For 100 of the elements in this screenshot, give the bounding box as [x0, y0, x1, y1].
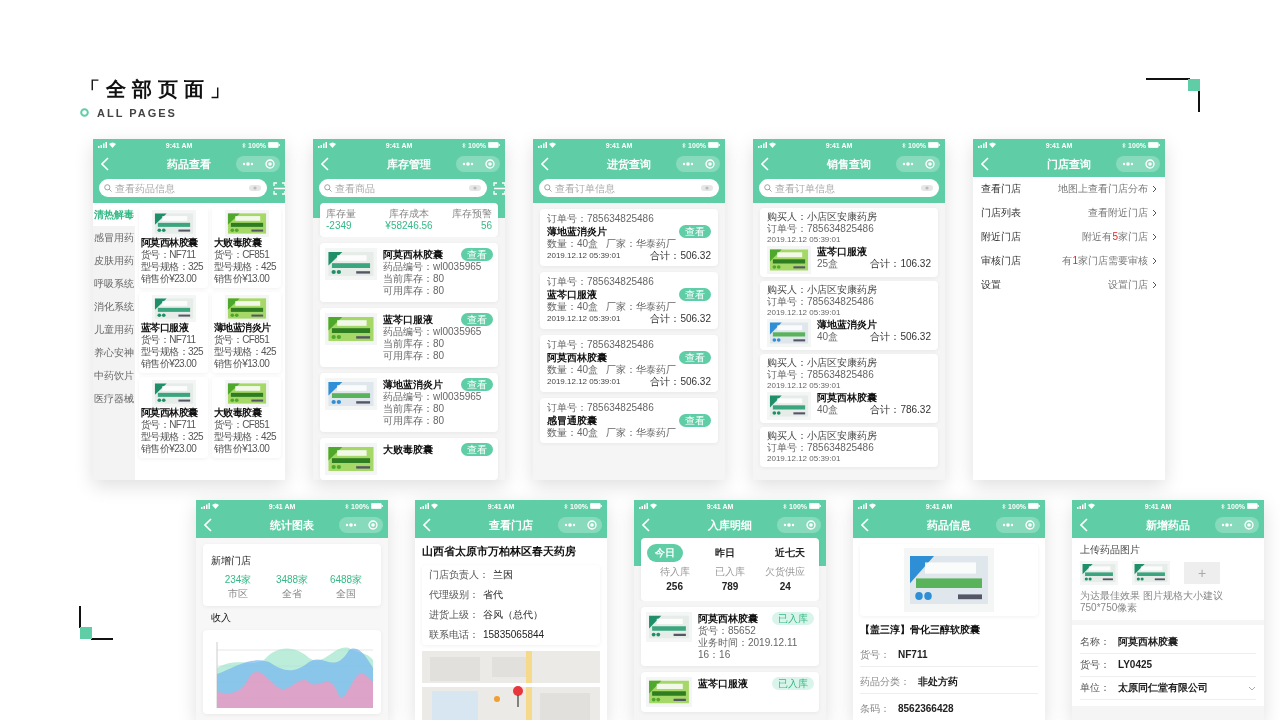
category-item[interactable]: 医疗器械: [93, 387, 135, 410]
search-field[interactable]: 查看订单信息: [539, 179, 719, 197]
date-tab[interactable]: 昨日: [707, 544, 743, 562]
order-card[interactable]: 订单号：785634825486 蓝芩口服液 查看 数量：40盒 厂家：华泰药厂 2019.12.12 05:39:01 合计：506.32: [540, 272, 718, 329]
product-card[interactable]: 蓝芩口服液 货号：NF711 型号规格：325 销售价¥23.00: [139, 292, 208, 373]
search-field[interactable]: 查看订单信息: [759, 179, 939, 197]
chevron-down-icon[interactable]: [1248, 685, 1256, 691]
category-item[interactable]: 皮肤用药: [93, 249, 135, 272]
product-name: 大败毒胶囊: [214, 237, 261, 249]
field-value: 谷风（总代）: [483, 609, 543, 621]
sale-card[interactable]: 购买人：小店区安康药房 订单号：785634825486 2019.12.12 05:39:01 薄地蓝消炎片 40盒 合计：506.32: [760, 281, 938, 350]
category-item[interactable]: 养心安神: [93, 341, 135, 364]
target-icon: [1024, 520, 1035, 530]
field-value: 阿莫西林胶囊: [1118, 636, 1179, 648]
inbound-item-card[interactable]: 蓝芩口服液 已入库: [641, 672, 819, 712]
category-item[interactable]: 感冒用药: [93, 226, 135, 249]
product-name: 蓝芩口服液: [141, 322, 188, 334]
stock-item-card[interactable]: 大败毒胶囊 查看: [320, 438, 498, 480]
bluetooth-icon: [1002, 502, 1007, 510]
page-title: 药品查看: [166, 156, 212, 172]
buyer-name: 购买人：小店区安康药房: [767, 284, 878, 296]
back-icon[interactable]: [1080, 518, 1088, 532]
available-stock: 可用库存：80: [383, 285, 446, 297]
order-number: 订单号：785634825486: [767, 296, 875, 308]
stock-item-card[interactable]: 阿莫西林胶囊 查看 药品编号：wl0035965 当前库存：80 可用库存：80: [320, 243, 498, 302]
card-title: 新增门店: [211, 555, 251, 566]
sale-card[interactable]: 购买人：小店区安康药房 订单号：785634825486 2019.12.12 05:39:01 阿莫西林胶囊 40盒 合计：786.32: [760, 354, 938, 423]
menu-capsule[interactable]: [558, 517, 602, 533]
sale-card[interactable]: 购买人：小店区安康药房 订单号：785634825486 2019.12.12 05:39:01: [760, 427, 938, 467]
stock-item-card[interactable]: 薄地蓝消炎片 查看 药品编号：wl0035965 当前库存：80 可用库存：80: [320, 373, 498, 432]
menu-capsule[interactable]: [339, 517, 383, 533]
menu-label[interactable]: 附近门店: [981, 231, 1021, 243]
back-icon[interactable]: [981, 157, 989, 171]
scan-icon[interactable]: [493, 181, 505, 195]
back-icon[interactable]: [642, 518, 650, 532]
back-icon[interactable]: [761, 157, 769, 171]
product-card[interactable]: 薄地蓝消炎片 货号：CF851 型号规格：425 销售价¥13.00: [212, 292, 281, 373]
menu-label[interactable]: 设置: [981, 279, 1001, 291]
manufacturer: 厂家：华泰药厂: [606, 238, 677, 250]
bluetooth-icon: [462, 141, 467, 149]
drug-name: 蓝芩口服液: [383, 313, 433, 326]
back-icon[interactable]: [321, 157, 329, 171]
back-icon[interactable]: [204, 518, 212, 532]
field-label: 药品分类：: [860, 676, 910, 688]
menu-label[interactable]: 审核门店: [981, 255, 1021, 267]
field-value: 省代: [483, 589, 503, 601]
buyer-name: 购买人：小店区安康药房: [767, 430, 878, 442]
product-card[interactable]: 大败毒胶囊 货号：CF851 型号规格：425 销售价¥13.00: [212, 207, 281, 288]
order-number: 订单号：785634825486: [767, 442, 875, 454]
inbound-item-card[interactable]: 阿莫西林胶囊 已入库 货号：85652 业务时间：2019.12.11 16：16: [641, 607, 819, 666]
menu-capsule[interactable]: [1116, 156, 1160, 172]
category-item[interactable]: 儿童用药: [93, 318, 135, 341]
menu-capsule[interactable]: [676, 156, 720, 172]
menu-label[interactable]: 查看门店: [981, 183, 1021, 195]
product-title: 【盖三淳】骨化三醇软胶囊: [860, 623, 981, 637]
menu-capsule[interactable]: [456, 156, 500, 172]
order-date: 2019.12.12 05:39:01: [767, 381, 842, 391]
page-title: 统计图表: [269, 517, 315, 533]
product-card[interactable]: 阿莫西林胶囊 货号：NF711 型号规格：325 销售价¥23.00: [139, 207, 208, 288]
bluetooth-icon: [902, 141, 907, 149]
menu-capsule[interactable]: [236, 156, 280, 172]
search-field[interactable]: 查看药品信息: [99, 179, 267, 197]
menu-capsule[interactable]: [777, 517, 821, 533]
product-spec: 型号规格：425: [214, 431, 276, 443]
date-tab[interactable]: 近七天: [767, 544, 813, 562]
product-card[interactable]: 阿莫西林胶囊 货号：NF711 型号规格：325 销售价¥23.00: [139, 377, 208, 458]
search-field[interactable]: 查看商品: [319, 179, 487, 197]
upload-hint: 为达最佳效果 图片规格大小建议750*750像素: [1080, 590, 1224, 614]
field-label: 代理级别：: [429, 589, 479, 601]
sale-card[interactable]: 购买人：小店区安康药房 订单号：785634825486 2019.12.12 05:39:01 蓝芩口服液 25盒 合计：106.32: [760, 208, 938, 277]
back-icon[interactable]: [423, 518, 431, 532]
page-title: 进货查询: [606, 156, 652, 172]
menu-label[interactable]: 门店列表: [981, 207, 1021, 219]
wifi-icon: [329, 142, 336, 148]
menu-capsule[interactable]: [996, 517, 1040, 533]
menu-capsule[interactable]: [1215, 517, 1259, 533]
page-title: 入库明细: [707, 517, 753, 533]
category-item[interactable]: 呼吸系统: [93, 272, 135, 295]
product-price: 销售价¥13.00: [214, 358, 270, 370]
back-icon[interactable]: [541, 157, 549, 171]
summary-label: 库存预警: [452, 208, 492, 220]
scan-icon[interactable]: [273, 181, 285, 195]
back-icon[interactable]: [101, 157, 109, 171]
stock-item-card[interactable]: 蓝芩口服液 查看 药品编号：wl0035965 当前库存：80 可用库存：80: [320, 308, 498, 367]
target-icon: [367, 520, 378, 530]
field-value[interactable]: 太原同仁堂有限公司: [1118, 682, 1240, 694]
order-quantity: 数量：40盒: [547, 301, 599, 313]
product-card[interactable]: 大败毒胶囊 货号：CF851 型号规格：425 销售价¥13.00: [212, 377, 281, 458]
product-price: 销售价¥13.00: [214, 273, 270, 285]
order-card[interactable]: 订单号：785634825486 薄地蓝消炎片 查看 数量：40盒 厂家：华泰药厂 2019.12.12 05:39:01 合计：506.32: [540, 209, 718, 266]
back-icon[interactable]: [861, 518, 869, 532]
chevron-right-icon: [1152, 281, 1157, 289]
menu-capsule[interactable]: [896, 156, 940, 172]
order-date: 2019.12.12 05:39:01: [767, 308, 842, 318]
category-item[interactable]: 中药饮片: [93, 364, 135, 387]
order-card[interactable]: 订单号：785634825486 阿莫西林胶囊 查看 数量：40盒 厂家：华泰药厂 2019.12.12 05:39:01 合计：506.32: [540, 335, 718, 392]
ring-icon: [80, 108, 89, 117]
category-item[interactable]: 消化系统: [93, 295, 135, 318]
order-card[interactable]: 订单号：785634825486 感冒通胶囊 查看 数量：40盒 厂家：华泰药厂: [540, 398, 718, 443]
status-tag: 已入库: [772, 677, 814, 690]
